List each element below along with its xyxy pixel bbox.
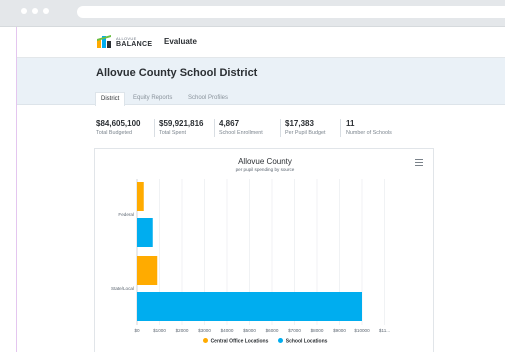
stat-value: 11 xyxy=(346,119,355,128)
x-tick-label: $5000 xyxy=(243,328,256,333)
stat-divider xyxy=(154,119,155,137)
stat-total-budgeted: $84,605,100 Total Budgeted xyxy=(96,119,141,141)
y-category-label: Federal xyxy=(118,212,134,217)
window-maximize-dot[interactable] xyxy=(43,8,49,14)
legend-label: School Locations xyxy=(285,338,328,345)
legend-item-central-office[interactable]: Central Office Locations xyxy=(202,338,269,345)
x-tick-label: $7000 xyxy=(288,328,301,333)
brand-name[interactable]: BALANCE xyxy=(116,41,152,48)
tab-district[interactable]: District xyxy=(95,92,126,106)
x-tick-label: $8000 xyxy=(311,328,324,333)
stat-number-of-schools: 11 Number of Schools xyxy=(346,119,392,141)
tab-school-profiles[interactable]: School Profiles xyxy=(188,92,228,106)
stat-divider xyxy=(340,119,341,137)
browser-toolbar xyxy=(0,0,505,27)
address-bar[interactable] xyxy=(77,6,505,18)
page-title: Allovue County School District xyxy=(96,67,258,79)
tab-equity-reports[interactable]: Equity Reports xyxy=(133,92,172,106)
stat-total-spent: $59,921,816 Total Spent xyxy=(159,119,204,141)
browser-window: ALLOVUE BALANCE Evaluate Allovue County … xyxy=(0,0,505,352)
stat-value: $84,605,100 xyxy=(96,119,141,128)
bar-chart: $0 $1000 $2000 $3000 $4000 $5000 $6000 $7000 $80… xyxy=(111,179,390,333)
x-tick-label: $10000 xyxy=(354,328,370,333)
bar-state-local-central-office[interactable] xyxy=(137,256,158,285)
x-tick-label: $1000 xyxy=(153,328,166,333)
x-tick-label: $0 xyxy=(134,328,140,333)
chart-title: Allovue County xyxy=(238,157,292,166)
chart-card: $0 $1000 $2000 $3000 $4000 $5000 $6000 $7000 $80… xyxy=(94,148,434,352)
legend-item-school-locations[interactable]: School Locations xyxy=(277,338,328,345)
page-header: Allovue County School District xyxy=(17,58,505,105)
bar-federal-school-locations[interactable] xyxy=(137,218,153,247)
x-tick-label: $6000 xyxy=(266,328,279,333)
hamburger-menu-icon[interactable] xyxy=(415,159,423,166)
bar-state-local-school-locations[interactable] xyxy=(137,292,362,321)
stat-divider xyxy=(280,119,281,137)
stat-per-pupil-budget: $17,383 Per Pupil Budget xyxy=(285,119,325,141)
stat-school-enrollment: 4,867 School Enrollment xyxy=(219,119,263,141)
legend-dot-orange xyxy=(202,338,208,343)
chart-subtitle: per pupil spending by source xyxy=(235,167,295,172)
stat-label: Number of Schools xyxy=(346,130,392,136)
legend-dot-blue xyxy=(277,338,283,343)
legend-label: Central Office Locations xyxy=(210,338,269,345)
x-tick-label: $11... xyxy=(379,328,390,333)
stat-label: School Enrollment xyxy=(219,130,263,136)
bar-federal-central-office[interactable] xyxy=(137,182,144,211)
stat-label: Per Pupil Budget xyxy=(285,130,326,136)
app-header: ALLOVUE BALANCE Evaluate xyxy=(17,27,505,58)
x-tick-label: $2000 xyxy=(176,328,189,333)
x-tick-label: $9000 xyxy=(333,328,346,333)
app-title[interactable]: Evaluate xyxy=(164,37,197,46)
y-category-label: State/Local xyxy=(111,286,134,291)
stat-label: Total Spent xyxy=(159,130,186,136)
stat-label: Total Budgeted xyxy=(96,130,132,136)
window-minimize-dot[interactable] xyxy=(32,8,38,14)
chart-legend: Central Office Locations School Location… xyxy=(95,338,435,347)
stat-divider xyxy=(214,119,215,137)
stat-value: $59,921,816 xyxy=(159,119,204,128)
stats-row: $84,605,100 Total Budgeted $59,921,816 T… xyxy=(0,119,505,141)
stat-value: 4,867 xyxy=(219,119,240,128)
x-tick-label: $4000 xyxy=(221,328,234,333)
stat-value: $17,383 xyxy=(285,119,314,128)
balance-logo-icon[interactable] xyxy=(97,35,111,48)
x-tick-label: $3000 xyxy=(198,328,211,333)
window-close-dot[interactable] xyxy=(21,8,27,14)
